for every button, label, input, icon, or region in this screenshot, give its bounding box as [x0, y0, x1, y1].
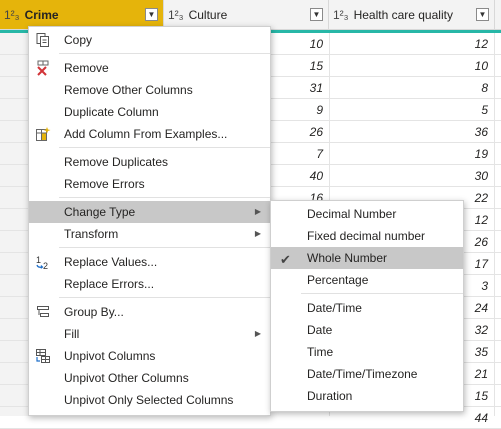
type-option-label: Whole Number [307, 251, 388, 265]
menu-separator [59, 147, 270, 148]
column-name: Culture [188, 7, 228, 22]
column-name: Crime [24, 7, 59, 22]
group-by-icon [35, 304, 51, 320]
menu-separator [59, 297, 270, 298]
column-header-next [495, 0, 501, 30]
svg-text:1: 1 [36, 255, 41, 265]
type-option-date[interactable]: Date [271, 319, 463, 341]
checkmark-icon: ✔ [280, 252, 291, 267]
menu-item-duplicate-column[interactable]: Duplicate Column [29, 101, 270, 123]
health-care-cell[interactable]: 5 [329, 99, 494, 121]
menu-item-label: Copy [64, 33, 93, 47]
menu-item-replace-values[interactable]: 1 2 Replace Values... [29, 251, 270, 273]
chevron-down-icon[interactable]: ▼ [310, 8, 323, 21]
health-care-cell[interactable]: 30 [329, 165, 494, 187]
whole-number-type-icon[interactable]: 1²₃ [333, 8, 349, 22]
menu-item-transform[interactable]: Transform ▶ [29, 223, 270, 245]
crime-column-body [0, 33, 30, 416]
health-care-cell[interactable]: 19 [329, 143, 494, 165]
menu-item-label: Group By... [64, 305, 124, 319]
menu-item-label: Add Column From Examples... [64, 127, 228, 141]
menu-separator [301, 293, 463, 294]
menu-item-add-column-from-examples[interactable]: Add Column From Examples... [29, 123, 270, 145]
menu-item-replace-errors[interactable]: Replace Errors... [29, 273, 270, 295]
health-care-cell[interactable]: 8 [329, 77, 494, 99]
menu-item-label: Transform [64, 227, 119, 241]
column-context-menu: Copy Remove Remove Other Columns Duplicate … [28, 26, 271, 416]
type-option-date-time[interactable]: Date/Time [271, 297, 463, 319]
type-option-label: Time [307, 345, 334, 359]
copy-icon [35, 32, 51, 48]
type-option-time[interactable]: Time [271, 341, 463, 363]
type-option-label: Fixed decimal number [307, 229, 426, 243]
menu-item-label: Remove Duplicates [64, 155, 169, 169]
type-option-percentage[interactable]: Percentage [271, 269, 463, 291]
type-option-label: Percentage [307, 273, 369, 287]
menu-item-unpivot-other-columns[interactable]: Unpivot Other Columns [29, 367, 270, 389]
type-option-date-time-timezone[interactable]: Date/Time/Timezone [271, 363, 463, 385]
menu-item-label: Change Type [64, 205, 136, 219]
menu-item-label: Replace Errors... [64, 277, 155, 291]
replace-values-icon: 12 [35, 254, 51, 271]
chevron-right-icon: ▶ [254, 207, 261, 216]
menu-separator [59, 247, 270, 248]
menu-item-label: Duplicate Column [64, 105, 159, 119]
menu-separator [59, 197, 270, 198]
grid-divider [494, 33, 495, 416]
menu-item-label: Unpivot Other Columns [64, 371, 189, 385]
whole-number-type-icon[interactable]: 1²₃ [168, 8, 184, 22]
menu-item-remove[interactable]: Remove [29, 57, 270, 79]
menu-separator [59, 53, 270, 54]
svg-text:2: 2 [43, 261, 48, 270]
column-name: Health care quality [353, 7, 453, 22]
unpivot-icon [35, 348, 51, 364]
remove-icon [35, 60, 51, 76]
health-care-cell[interactable]: 36 [329, 121, 494, 143]
chevron-down-icon[interactable]: ▼ [145, 8, 158, 21]
menu-item-copy[interactable]: Copy [29, 29, 270, 51]
type-option-label: Date/Time [307, 301, 362, 315]
chevron-right-icon: ▶ [254, 329, 261, 338]
add-column-examples-icon [35, 126, 51, 142]
menu-item-remove-errors[interactable]: Remove Errors [29, 173, 270, 195]
menu-item-label: Remove Errors [64, 177, 145, 191]
menu-item-group-by[interactable]: Group By... [29, 301, 270, 323]
type-option-label: Date [307, 323, 333, 337]
menu-item-label: Fill [64, 327, 80, 341]
menu-item-change-type[interactable]: Change Type ▶ [29, 201, 270, 223]
menu-item-unpivot-only-selected-columns[interactable]: Unpivot Only Selected Columns [29, 389, 270, 411]
type-option-label: Duration [307, 389, 353, 403]
menu-item-label: Remove [64, 61, 109, 75]
chevron-right-icon: ▶ [254, 229, 261, 238]
menu-item-unpivot-columns[interactable]: Unpivot Columns [29, 345, 270, 367]
health-care-cell[interactable]: 12 [329, 33, 494, 55]
type-option-fixed-decimal-number[interactable]: Fixed decimal number [271, 225, 463, 247]
type-option-label: Date/Time/Timezone [307, 367, 418, 381]
menu-item-remove-other-columns[interactable]: Remove Other Columns [29, 79, 270, 101]
whole-number-type-icon[interactable]: 1²₃ [4, 8, 20, 22]
menu-item-fill[interactable]: Fill ▶ [29, 323, 270, 345]
menu-item-label: Remove Other Columns [64, 83, 193, 97]
health-care-cell[interactable]: 10 [329, 55, 494, 77]
menu-item-remove-duplicates[interactable]: Remove Duplicates [29, 151, 270, 173]
type-option-whole-number[interactable]: ✔ Whole Number [271, 247, 463, 269]
type-option-label: Decimal Number [307, 207, 397, 221]
menu-item-label: Replace Values... [64, 255, 158, 269]
type-option-duration[interactable]: Duration [271, 385, 463, 407]
chevron-down-icon[interactable]: ▼ [476, 8, 489, 21]
column-header-health-care-quality[interactable]: 1²₃ Health care quality ▼ [329, 0, 495, 30]
menu-item-label: Unpivot Only Selected Columns [64, 393, 234, 407]
change-type-submenu: Decimal Number Fixed decimal number ✔ Whole… [270, 200, 464, 412]
menu-item-label: Unpivot Columns [64, 349, 156, 363]
type-option-decimal-number[interactable]: Decimal Number [271, 203, 463, 225]
